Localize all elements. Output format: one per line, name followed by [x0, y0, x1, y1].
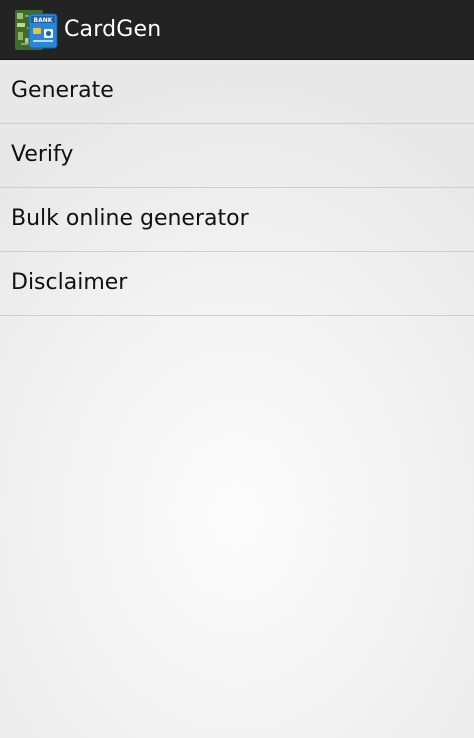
app-card-icon[interactable]: BANK: [15, 8, 59, 52]
menu-item-label: Verify: [11, 142, 74, 167]
menu-item-verify[interactable]: Verify: [0, 124, 474, 188]
menu-item-generate[interactable]: Generate: [0, 60, 474, 124]
action-bar: BANK CardGen: [0, 0, 474, 60]
menu-item-disclaimer[interactable]: Disclaimer: [0, 252, 474, 316]
menu-item-label: Generate: [11, 78, 114, 103]
menu-item-label: Bulk online generator: [11, 206, 249, 231]
menu-list: Generate Verify Bulk online generator Di…: [0, 60, 474, 316]
menu-item-label: Disclaimer: [11, 270, 128, 295]
menu-item-bulk-online-generator[interactable]: Bulk online generator: [0, 188, 474, 252]
app-title: CardGen: [64, 17, 162, 42]
app-card-icon-text: BANK: [34, 17, 53, 24]
